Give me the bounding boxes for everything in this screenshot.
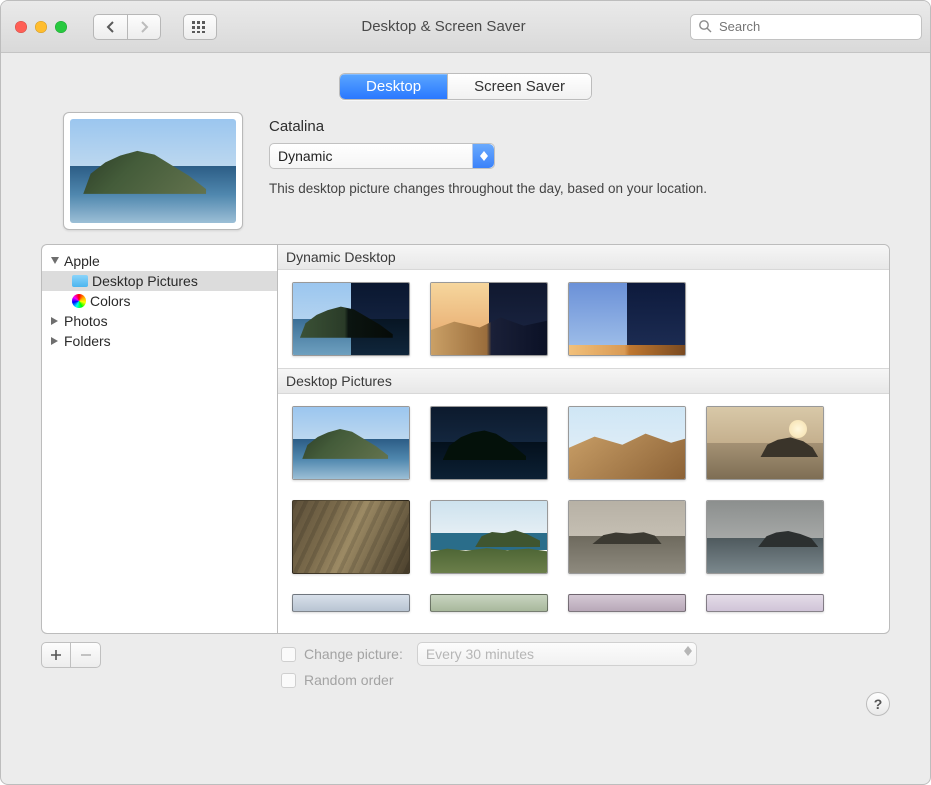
help-button[interactable]: ? [866, 692, 890, 716]
section-header-pictures: Desktop Pictures [278, 368, 889, 394]
zoom-window-button[interactable] [55, 21, 67, 33]
thumb-mojave-dynamic[interactable] [430, 282, 548, 356]
catalina-preview-image [70, 119, 236, 223]
grid-icon [192, 21, 208, 33]
change-options: Change picture: Every 30 minutes Random … [281, 642, 697, 694]
sidebar-item-desktop-pictures[interactable]: Desktop Pictures [42, 271, 277, 291]
show-all-button[interactable] [183, 14, 217, 40]
footer: Change picture: Every 30 minutes Random … [1, 634, 930, 694]
nav-back-forward [93, 14, 161, 40]
thumb-more-1[interactable] [292, 594, 410, 612]
tabs-row: Desktop Screen Saver [1, 53, 930, 108]
minus-icon [80, 649, 92, 661]
current-wallpaper-section: Catalina Dynamic This desktop picture ch… [1, 108, 930, 244]
popup-arrows-icon [472, 144, 494, 168]
popup-arrows-icon [684, 646, 692, 656]
random-order-label: Random order [304, 672, 394, 688]
search-icon [698, 19, 712, 38]
thumb-cliff[interactable] [292, 500, 410, 574]
change-picture-label: Change picture: [304, 646, 403, 662]
forward-button[interactable] [127, 14, 161, 40]
chevron-right-icon [139, 21, 149, 33]
tab-screensaver[interactable]: Screen Saver [448, 74, 591, 99]
sidebar-item-folders[interactable]: Folders [42, 331, 277, 351]
random-order-checkbox[interactable] [281, 673, 296, 688]
wallpaper-info: Catalina Dynamic This desktop picture ch… [269, 112, 890, 196]
change-interval-popup[interactable]: Every 30 minutes [417, 642, 697, 666]
sidebar-label: Folders [64, 333, 111, 349]
titlebar: Desktop & Screen Saver [1, 1, 930, 53]
chevron-left-icon [106, 21, 116, 33]
thumb-more-4[interactable] [706, 594, 824, 612]
disclosure-triangle-icon [50, 257, 60, 265]
sidebar-item-photos[interactable]: Photos [42, 311, 277, 331]
sidebar-label: Desktop Pictures [92, 273, 198, 289]
thumb-more-2[interactable] [430, 594, 548, 612]
thumbnail-pane[interactable]: Dynamic Desktop Desktop Pictures [277, 244, 890, 634]
change-interval-value: Every 30 minutes [426, 646, 534, 662]
sidebar-item-apple[interactable]: Apple [42, 251, 277, 271]
preferences-window: Desktop & Screen Saver Desktop Screen Sa… [0, 0, 931, 785]
thumb-flat-island[interactable] [568, 500, 686, 574]
search-field-wrap [690, 14, 922, 40]
pictures-grid [278, 394, 889, 624]
window-title: Desktop & Screen Saver [229, 18, 678, 35]
thumb-catalina-night[interactable] [430, 406, 548, 480]
wallpaper-mode-popup[interactable]: Dynamic [269, 143, 495, 169]
wallpaper-description: This desktop picture changes throughout … [269, 181, 890, 196]
main-body: Apple Desktop Pictures Colors Photos [1, 244, 930, 634]
thumb-more-3[interactable] [568, 594, 686, 612]
search-input[interactable] [690, 14, 922, 40]
segmented-control: Desktop Screen Saver [339, 73, 592, 100]
wallpaper-mode-value: Dynamic [278, 148, 332, 164]
sidebar-item-colors[interactable]: Colors [42, 291, 277, 311]
color-wheel-icon [72, 294, 86, 308]
sidebar-label: Apple [64, 253, 100, 269]
thumb-mojave-sunset[interactable] [706, 406, 824, 480]
disclosure-triangle-icon [50, 317, 60, 325]
window-controls [15, 21, 67, 33]
close-window-button[interactable] [15, 21, 27, 33]
dynamic-grid [278, 270, 889, 368]
thumb-solar-dynamic[interactable] [568, 282, 686, 356]
back-button[interactable] [93, 14, 127, 40]
add-folder-button[interactable] [41, 642, 71, 668]
change-picture-checkbox[interactable] [281, 647, 296, 662]
source-sidebar: Apple Desktop Pictures Colors Photos [41, 244, 277, 634]
wallpaper-name: Catalina [269, 118, 890, 135]
sidebar-label: Colors [90, 293, 130, 309]
thumb-catalina-day[interactable] [292, 406, 410, 480]
folder-icon [72, 275, 88, 287]
thumb-mojave-day[interactable] [568, 406, 686, 480]
section-header-dynamic: Dynamic Desktop [278, 245, 889, 270]
remove-folder-button[interactable] [71, 642, 101, 668]
thumb-storm[interactable] [706, 500, 824, 574]
add-remove-group [41, 642, 101, 668]
thumb-catalina-dynamic[interactable] [292, 282, 410, 356]
sidebar-label: Photos [64, 313, 108, 329]
disclosure-triangle-icon [50, 337, 60, 345]
help-icon: ? [874, 696, 883, 712]
tab-desktop[interactable]: Desktop [340, 74, 448, 99]
minimize-window-button[interactable] [35, 21, 47, 33]
plus-icon [50, 649, 62, 661]
thumb-bay[interactable] [430, 500, 548, 574]
current-wallpaper-preview [63, 112, 243, 230]
